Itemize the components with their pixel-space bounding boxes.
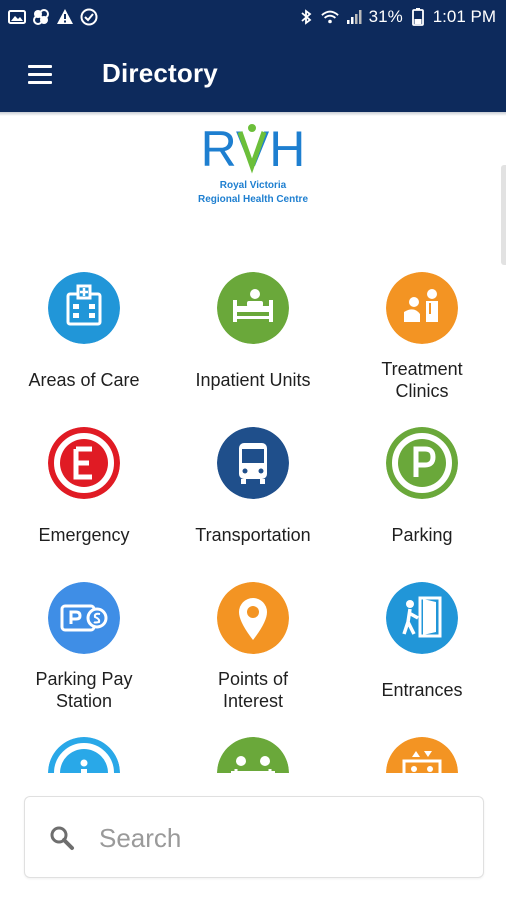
tile-entrances[interactable]: Entrances [338,568,506,718]
magnifier-icon [50,826,74,850]
bus-icon [217,427,289,499]
app-bar: Directory [0,36,506,112]
battery-icon [411,8,424,26]
status-right: 31% 1:01 PM [297,7,496,27]
tile-label: Treatment Clinics [381,359,463,401]
status-bar: 31% 1:01 PM [0,0,506,36]
tile-meeting-area[interactable] [169,723,337,773]
app-bar-shadow [0,112,506,116]
map-pin-icon [217,582,289,654]
rvh-logo-head [248,124,256,132]
tile-emergency[interactable]: Emergency [0,413,168,563]
door-entrance-icon [386,582,458,654]
tile-label: Emergency [38,525,130,545]
logo-line-1: Royal Victoria [219,180,287,191]
info-icon [48,737,120,773]
bluetooth-icon [301,9,312,25]
warning-icon [57,9,73,24]
tile-label: Points of Interest [217,669,289,711]
tile-label: Transportation [195,525,311,545]
scroll-indicator[interactable] [501,165,506,265]
emergency-e-icon [48,427,120,499]
search-input[interactable] [97,819,461,857]
tile-inpatient-units[interactable]: Inpatient Units [169,258,337,408]
elevator-icon [386,737,458,773]
tile-areas-of-care[interactable]: Areas of Care [0,258,168,408]
tile-label: Parking [391,525,453,545]
tile-label: Areas of Care [28,370,140,390]
gallery-icon [8,10,26,24]
wifi-icon [320,10,339,24]
battery-percent: 31% [368,7,403,26]
directory-grid: Areas of Care Inpatient Units Treatment … [0,258,506,773]
hospital-building-icon [48,272,120,344]
status-left-icons [8,8,98,26]
logo-line-2: Regional Health Centre [197,194,309,205]
parking-p-icon [386,427,458,499]
clock: 1:01 PM [432,7,496,26]
hamburger-menu-icon[interactable] [20,60,60,90]
tile-treatment-clinics[interactable]: Treatment Clinics [338,258,506,408]
tile-label: Entrances [381,680,463,700]
pinwheel-icon [33,9,49,25]
search-box[interactable] [24,796,484,878]
patient-bed-icon [217,272,289,344]
rvh-logo: RVH Royal Victoria Regional Health Centr… [180,122,326,214]
tile-points-of-interest[interactable]: Points of Interest [169,568,337,718]
page-title: Directory [102,58,218,88]
clinic-consultation-icon [386,272,458,344]
people-table-icon [217,737,289,773]
tile-information[interactable] [0,723,168,773]
check-circle-icon [80,8,98,26]
rvh-logo-mark: RVH [201,122,306,174]
parking-pay-icon [48,582,120,654]
tile-parking[interactable]: Parking [338,413,506,563]
tile-transportation[interactable]: Transportation [169,413,337,563]
signal-icon [346,10,362,24]
tile-label: Inpatient Units [195,370,311,390]
tile-label: Parking Pay Station [35,669,133,711]
tile-elevators[interactable] [338,723,506,773]
tile-parking-pay-station[interactable]: Parking Pay Station [0,568,168,718]
